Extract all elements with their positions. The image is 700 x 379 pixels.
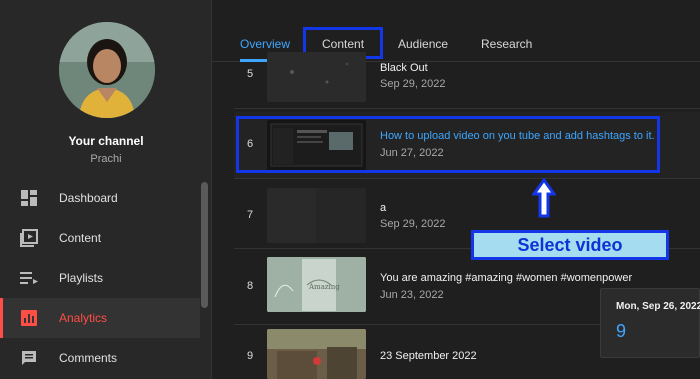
content-icon: [20, 229, 38, 247]
video-thumbnail[interactable]: [267, 188, 366, 243]
avatar-image: [59, 22, 155, 118]
video-title[interactable]: Black Out: [380, 62, 428, 74]
video-date: Sep 29, 2022: [380, 218, 446, 230]
nav-item-dashboard[interactable]: Dashboard: [0, 178, 200, 218]
analytics-icon: [20, 309, 38, 327]
video-thumbnail[interactable]: [267, 329, 366, 379]
nav-label: Playlists: [59, 271, 104, 285]
comments-icon: [20, 349, 38, 367]
svg-text:Amazing: Amazing: [308, 283, 340, 291]
tab-audience[interactable]: Audience: [398, 37, 448, 51]
playlists-icon: [20, 269, 38, 287]
video-date: Jun 23, 2022: [380, 289, 444, 301]
sidebar: Your channel Prachi Dashboard Content Pl…: [0, 0, 212, 379]
dashboard-icon: [20, 189, 38, 207]
video-title[interactable]: 23 September 2022: [380, 350, 477, 362]
arrow-up-icon: [532, 178, 556, 218]
nav-label: Dashboard: [59, 191, 118, 205]
tooltip-date: Mon, Sep 26, 2022: [616, 301, 700, 312]
divider: [234, 108, 700, 109]
channel-title: Your channel: [68, 134, 144, 148]
video-thumbnail[interactable]: [267, 52, 366, 102]
video-date: Sep 29, 2022: [380, 78, 446, 90]
nav-label: Comments: [59, 351, 118, 365]
row-index: 9: [247, 350, 254, 362]
channel-avatar[interactable]: [59, 22, 155, 118]
row-index: 7: [247, 209, 254, 221]
row-index: 5: [247, 68, 254, 80]
nav-label: Analytics: [59, 311, 108, 325]
nav-label: Content: [59, 231, 102, 245]
nav-item-playlists[interactable]: Playlists: [0, 258, 200, 298]
nav-item-analytics[interactable]: Analytics: [0, 298, 200, 338]
chart-tooltip: Mon, Sep 26, 2022 9: [600, 288, 700, 358]
video-thumbnail[interactable]: Amazing: [267, 257, 366, 312]
video-title[interactable]: a: [380, 202, 386, 214]
selected-video-highlight: [236, 116, 660, 173]
channel-name: Prachi: [90, 153, 122, 165]
nav-item-comments[interactable]: Comments: [0, 338, 200, 378]
video-row[interactable]: 5 Black Out Sep 29, 2022: [234, 52, 700, 108]
select-video-callout: Select video: [471, 230, 669, 260]
row-index: 8: [247, 280, 254, 292]
sidebar-scrollbar[interactable]: [201, 182, 208, 308]
nav-item-content[interactable]: Content: [0, 218, 200, 258]
tab-research[interactable]: Research: [481, 37, 532, 51]
tab-overview[interactable]: Overview: [240, 37, 290, 51]
video-title[interactable]: You are amazing #amazing #women #womenpo…: [380, 272, 632, 284]
tooltip-value: 9: [616, 321, 627, 341]
